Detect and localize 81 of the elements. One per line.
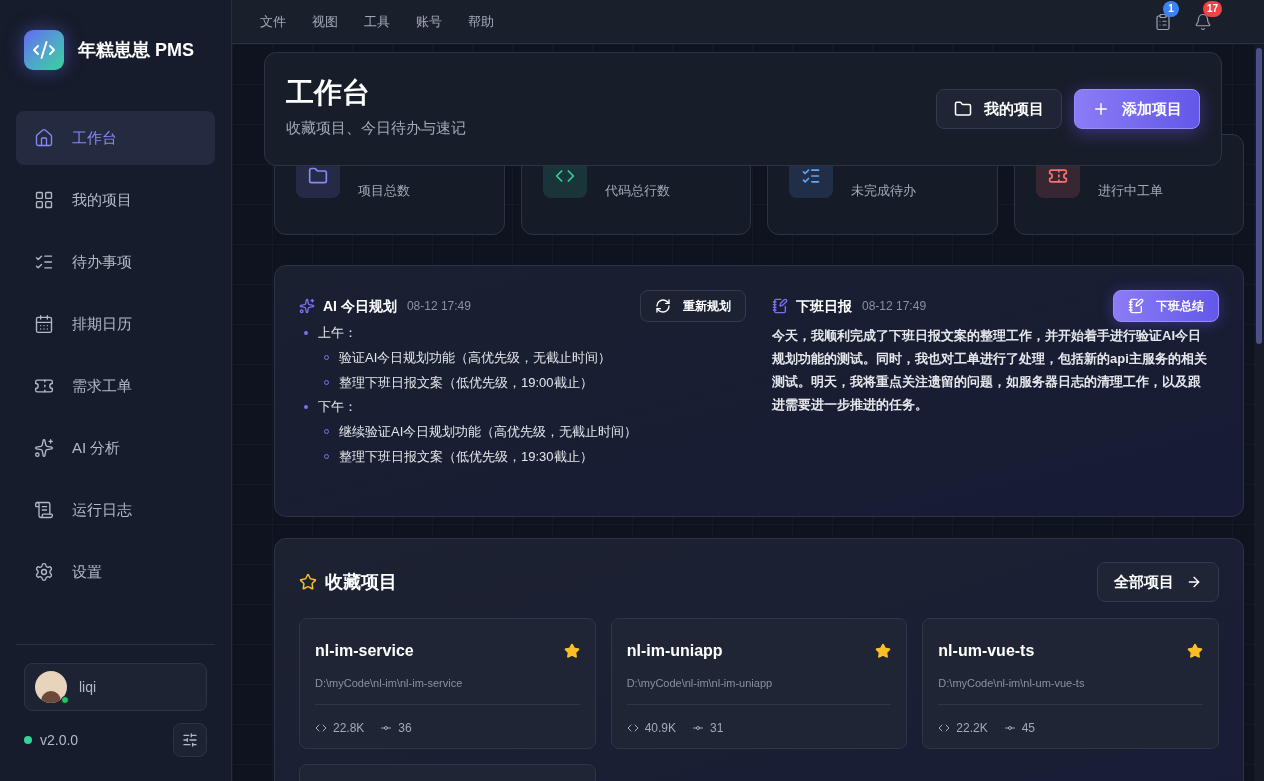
nav-item[interactable]: AI 分析 [16,421,215,475]
star-icon [299,573,317,591]
count-badge: 1 [1163,0,1179,17]
nav-item[interactable]: 需求工单 [16,359,215,413]
scroll-icon [34,500,54,520]
folder-icon [954,100,972,118]
nav-item[interactable]: 设置 [16,545,215,599]
line-count: 22.8K [333,719,365,737]
project-name: nl-im-uniapp [626,641,723,661]
project-path: D:\myCode\nl-im\nl-um-vue-ts [938,676,1086,691]
report-title: 下班日报 [796,296,852,316]
plan-item: 继续验证AI今日规划功能（高优先级，无截止时间） [339,422,638,441]
sparkles-icon [34,438,54,458]
bell-icon[interactable] [1194,12,1212,31]
arrow-right-icon [1186,574,1202,590]
project-name: nl-im-service [315,641,414,661]
nav-item[interactable]: 我的项目 [16,173,215,227]
project-path: D:\myCode\nl-im\nl-im-uniapp [626,676,774,691]
plan-item: 验证AI今日规划功能（高优先级，无截止时间） [339,348,612,367]
star-icon[interactable] [1187,643,1203,659]
user-name: liqi [79,677,97,697]
app-name: 年糕崽崽 PMS [78,38,194,62]
notebook-icon [772,298,788,314]
sliders-icon [182,732,198,748]
replan-button[interactable]: 重新规划 [640,290,746,322]
settings-icon [34,562,54,582]
nav-item[interactable]: 工作台 [16,111,215,165]
report-time: 08-12 17:49 [862,298,927,315]
project-card[interactable]: nl-im-service D:\myCode\nl-im\nl-im-service 22.8K 36 [299,618,596,749]
settings-button[interactable] [173,723,207,757]
clipboard-icon[interactable] [1154,12,1172,31]
menu-item[interactable]: 视图 [312,11,338,32]
commit-count: 45 [1021,719,1036,737]
stat-label: 未完成待办 [851,181,916,200]
menu-item[interactable]: 帮助 [468,11,494,32]
stat-label: 项目总数 [358,181,410,200]
plan-title: AI 今日规划 [323,296,397,316]
plan-section-label: 下午： [318,398,357,417]
page-subtitle: 收藏项目、今日待办与速记 [286,117,466,138]
menu-item[interactable]: 账号 [416,11,442,32]
nav-item[interactable]: 运行日志 [16,483,215,537]
user-card[interactable]: liqi [24,663,207,711]
project-name: nl-um-vue-ts [938,641,1035,661]
page-title: 工作台 [286,78,371,107]
stat-label: 代码总行数 [604,181,670,200]
version-text: v2.0.0 [40,730,79,750]
avatar [35,671,67,703]
nav-item[interactable]: 排期日历 [16,297,215,351]
grid-icon [34,190,54,210]
scrollbar[interactable] [1254,44,1264,781]
nav-item[interactable]: 待办事项 [16,235,215,289]
sparkles-icon [299,298,315,314]
home-icon [34,128,54,148]
count-badge: 17 [1203,0,1223,17]
plan-item: 整理下班日报文案（低优先级，19:00截止） [339,373,593,392]
plan-item: 整理下班日报文案（低优先级，19:30截止） [339,447,593,466]
summary-button[interactable]: 下班总结 [1113,290,1219,322]
plan-section-label: 上午： [318,324,357,343]
favorites-title: 收藏项目 [325,570,397,594]
commit-count: 36 [398,719,412,737]
line-count: 40.9K [644,719,676,737]
refresh-icon [655,298,671,314]
star-icon[interactable] [563,643,580,659]
logo-icon [24,30,64,70]
all-projects-button[interactable]: 全部项目 [1097,562,1219,602]
stat-label: 进行中工单 [1097,181,1163,200]
report-text: 今天，我顺利完成了下班日报文案的整理工作，并开始着手进行验证AI今日规划功能的测试。同时，我也对工单进行了处理，包括新的api主服务的相关测试。明天，我将重点关注遗留的问题，如服务器日志的清理工作，以及跟进需要进一步推进的任务。 [772,327,1208,414]
project-card[interactable]: nl-im-uniapp D:\myCode\nl-im\nl-im-uniapp 40.9K 31 [610,618,908,749]
plus-icon [1092,100,1110,118]
add-project-button[interactable]: 添加项目 [1074,89,1200,129]
star-icon[interactable] [875,643,892,659]
notebook-icon [1128,298,1144,314]
project-path: D:\myCode\nl-im\nl-im-service [315,676,464,691]
my-projects-button[interactable]: 我的项目 [936,89,1062,129]
line-count: 22.2K [956,719,988,737]
plan-time: 08-12 17:49 [406,298,471,315]
project-card[interactable]: nl-um-vue-ts D:\myCode\nl-im\nl-um-vue-ts 22.2K 45 [922,618,1219,749]
menu-item[interactable]: 工具 [364,11,390,32]
commit-count: 31 [710,719,724,737]
calendar-icon [34,314,54,334]
menu-item[interactable]: 文件 [260,11,286,32]
